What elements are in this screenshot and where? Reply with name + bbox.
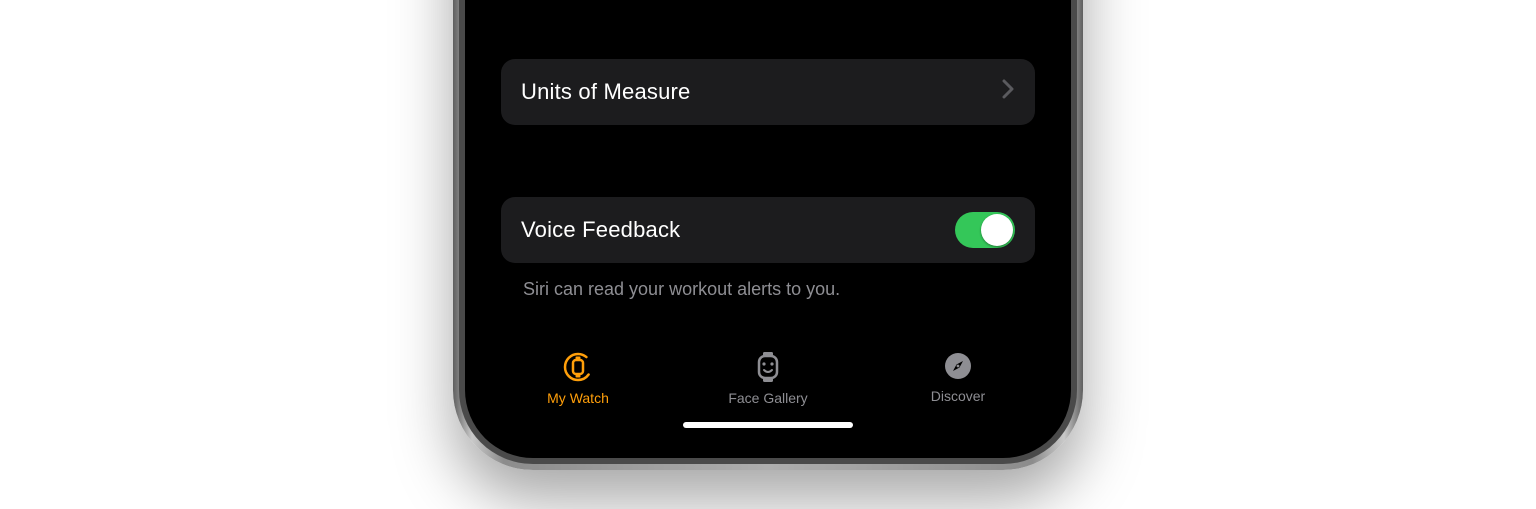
tab-bar: My Watch [483,344,1053,440]
phone-screen: Units of Measure Voice Feedback [483,0,1053,440]
watch-face-icon [753,350,783,384]
watch-icon [561,350,595,384]
voice-feedback-label: Voice Feedback [521,217,955,243]
tab-discover-label: Discover [931,388,985,404]
toggle-knob [981,214,1013,246]
phone-bezel: Units of Measure Voice Feedback [465,0,1071,458]
tab-face-gallery[interactable]: Face Gallery [674,350,862,406]
section-gap [501,125,1035,197]
voice-feedback-toggle[interactable] [955,212,1015,248]
tab-my-watch[interactable]: My Watch [484,350,672,406]
home-indicator[interactable] [683,422,853,428]
chevron-right-icon [1001,79,1015,105]
voice-feedback-row: Voice Feedback [501,197,1035,263]
tab-my-watch-label: My Watch [547,390,609,406]
settings-content: Units of Measure Voice Feedback [483,0,1053,344]
tab-discover[interactable]: Discover [864,350,1052,404]
phone-inner-ring: Units of Measure Voice Feedback [459,0,1077,464]
compass-icon [942,350,974,382]
units-of-measure-label: Units of Measure [521,79,1001,105]
tab-face-gallery-label: Face Gallery [728,390,807,406]
units-of-measure-row[interactable]: Units of Measure [501,59,1035,125]
phone-frame: Units of Measure Voice Feedback [453,0,1083,470]
voice-feedback-footer: Siri can read your workout alerts to you… [501,263,1035,334]
